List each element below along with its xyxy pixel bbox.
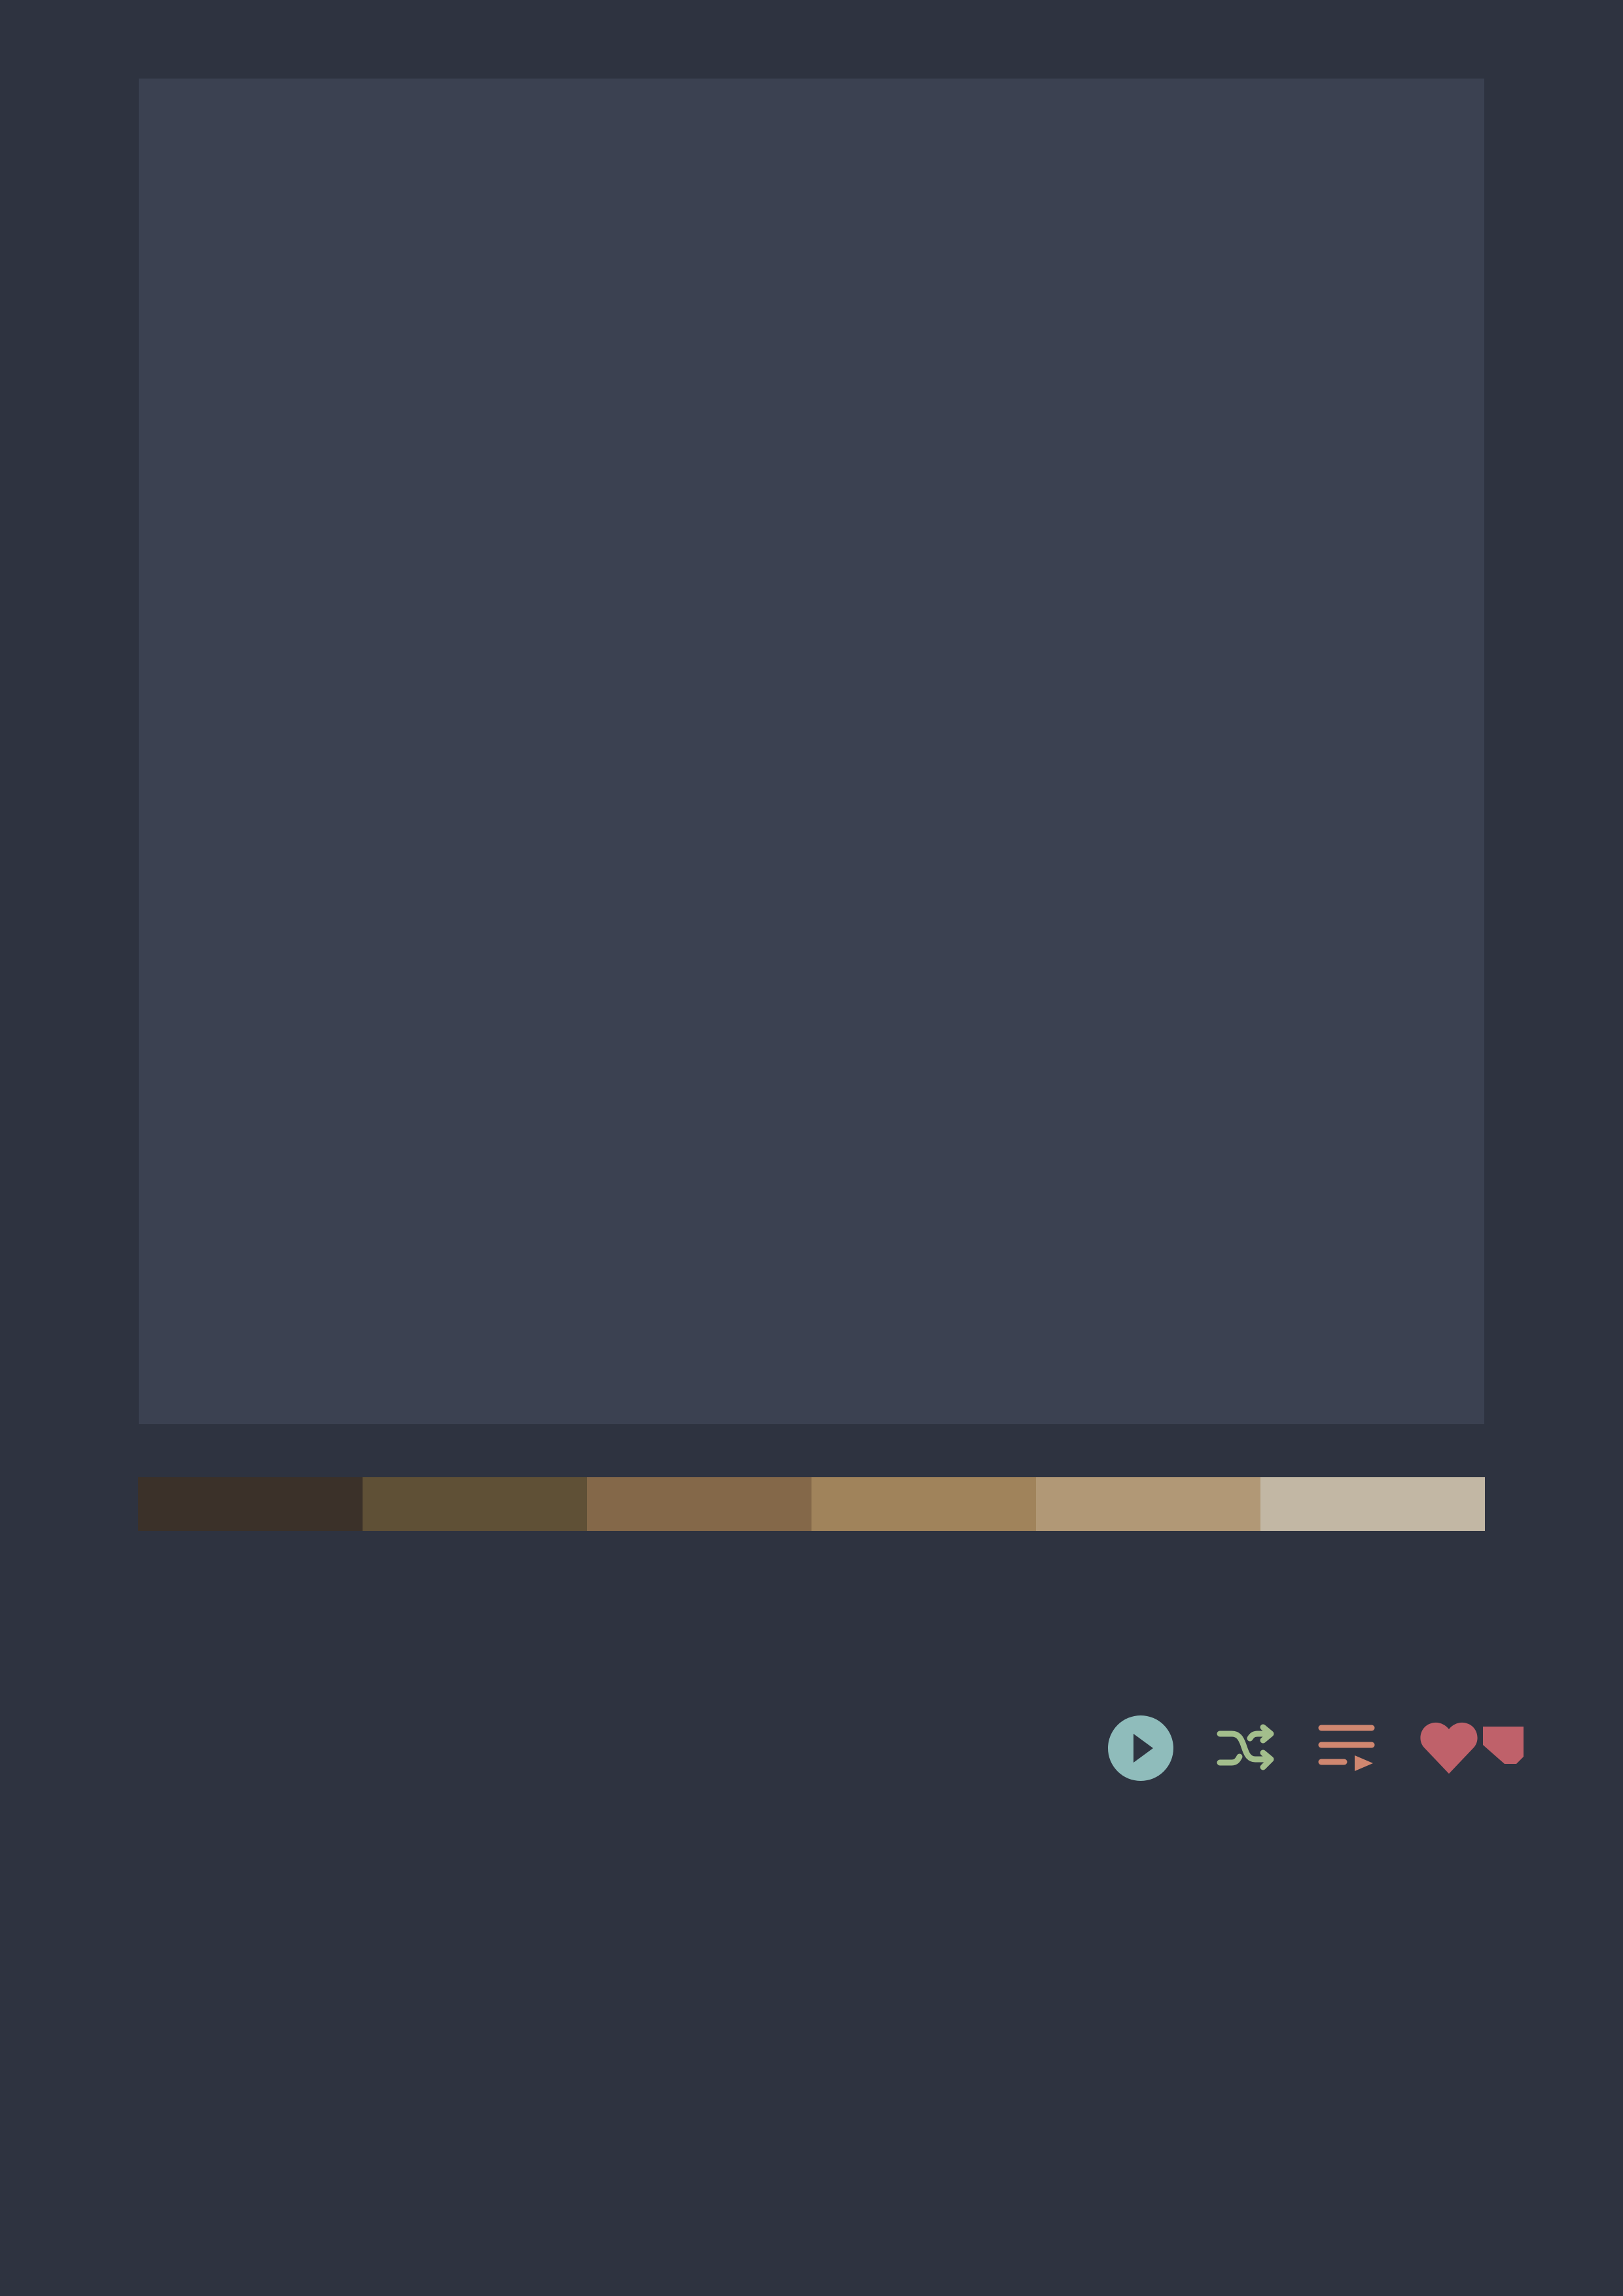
queue-list-icon [1318, 1725, 1375, 1771]
play-circle-icon [1108, 1715, 1173, 1781]
palette-swatch-3 [587, 1477, 812, 1531]
palette-swatch-4 [812, 1477, 1036, 1531]
palette-swatch-1 [138, 1477, 363, 1531]
like-button[interactable] [1419, 1716, 1525, 1782]
shuffle-button[interactable] [1216, 1719, 1276, 1778]
color-palette [138, 1477, 1485, 1531]
album-artwork [139, 79, 1484, 1424]
heart-icon [1420, 1722, 1524, 1774]
palette-swatch-6 [1260, 1477, 1485, 1531]
queue-button[interactable] [1315, 1719, 1378, 1778]
player-controls [0, 1708, 1623, 1787]
shuffle-icon [1217, 1724, 1274, 1770]
palette-swatch-2 [363, 1477, 587, 1531]
play-button[interactable] [1107, 1715, 1174, 1782]
palette-swatch-5 [1036, 1477, 1260, 1531]
